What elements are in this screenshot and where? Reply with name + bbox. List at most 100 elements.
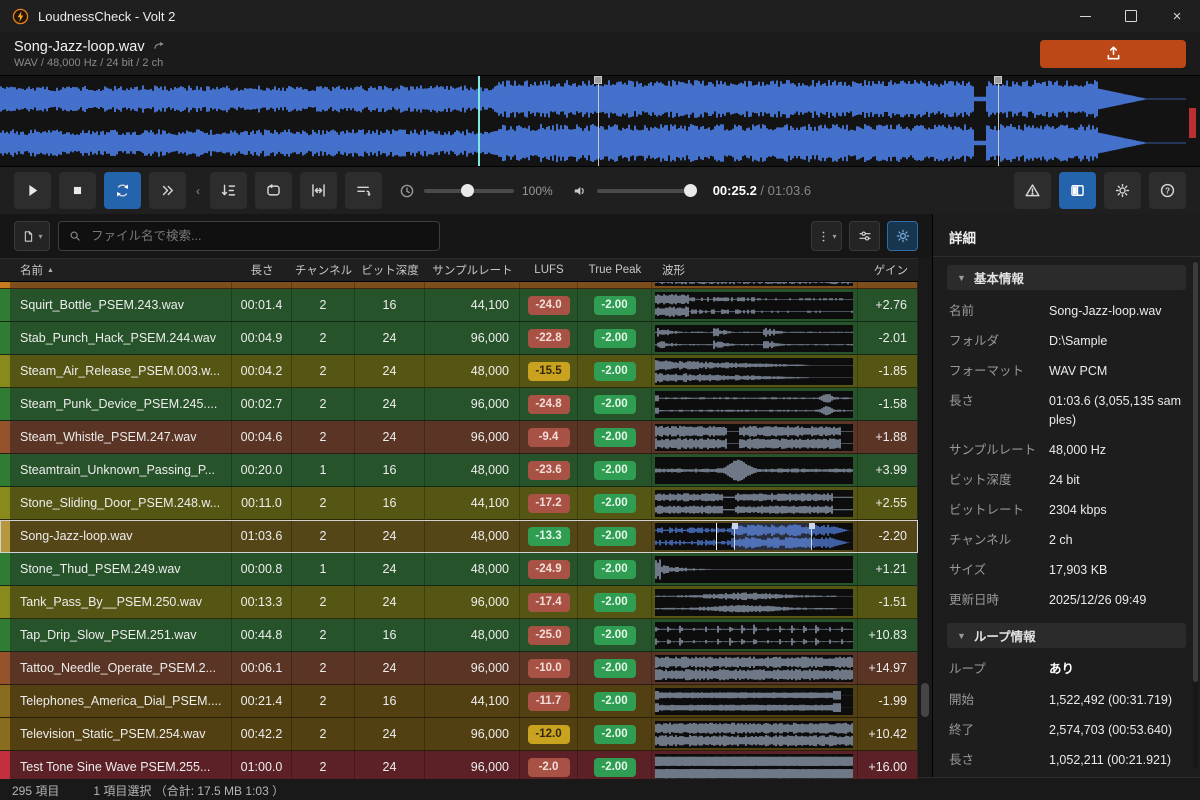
scrollbar-thumb[interactable]	[921, 683, 929, 717]
detail-row: サンプルレート48,000 Hz	[933, 435, 1200, 465]
row-color-stripe	[0, 520, 10, 552]
stop-button[interactable]	[59, 172, 96, 209]
cell-gain: +10.42	[858, 718, 918, 750]
row-color-stripe	[0, 553, 10, 585]
playhead[interactable]	[478, 76, 480, 166]
row-color-stripe	[0, 282, 10, 288]
green-badge: -2.00	[594, 593, 636, 612]
cell-bit-depth: 16	[355, 454, 425, 486]
table-row[interactable]: Tank_Pass_By__PSEM.250.wav00:13.322496,0…	[0, 586, 918, 619]
split-panel-button[interactable]	[1059, 172, 1096, 209]
repeat-icon	[113, 181, 132, 200]
green-badge: -2.00	[594, 527, 636, 546]
export-button[interactable]	[1040, 40, 1186, 68]
table-row[interactable]: Television_Static_PSEM.254.wav00:42.2224…	[0, 718, 918, 751]
cell-gain: +1.21	[858, 553, 918, 585]
window-title: LoudnessCheck - Volt 2	[38, 9, 175, 24]
maximize-button[interactable]	[1108, 0, 1154, 32]
section-header[interactable]: ▼ループ情報	[947, 623, 1186, 648]
table-row[interactable]: Tap_Drip_Slow_PSEM.251.wav00:44.821648,0…	[0, 619, 918, 652]
file-menu-button[interactable]: ▾	[14, 221, 50, 251]
close-button[interactable]: ×	[1154, 0, 1200, 32]
detail-row: 長さ01:03.6 (3,055,135 samples)	[933, 386, 1200, 434]
table-row[interactable]: Telephones_America_Dial_PSEM....00:21.42…	[0, 685, 918, 718]
volume-slider[interactable]	[597, 189, 697, 193]
collapse-transport-icon[interactable]: ‹	[194, 184, 202, 198]
column-header[interactable]: ビット深度	[355, 262, 425, 278]
clock-icon	[398, 182, 416, 200]
table-row[interactable]: Tattoo_Needle_Operate_PSEM.2...00:06.122…	[0, 652, 918, 685]
column-header[interactable]: 波形	[652, 262, 858, 278]
column-header[interactable]: 長さ	[232, 262, 292, 278]
waveform-thumbnail	[655, 292, 853, 319]
loop-end-marker[interactable]	[998, 76, 999, 166]
table-row[interactable]: Steamtrain_Unknown_Passing_P...00:20.011…	[0, 454, 918, 487]
skip-next-button[interactable]	[149, 172, 186, 209]
search-box[interactable]	[58, 221, 440, 251]
minimize-button[interactable]	[1062, 0, 1108, 32]
speed-value: 100%	[522, 184, 553, 198]
cell-waveform	[652, 718, 858, 750]
detail-key: 名前	[949, 302, 1049, 320]
cell-sample-rate: 48,000	[425, 553, 520, 585]
items-count: 295 項目	[12, 782, 59, 799]
kebab-menu-button[interactable]: ▾	[811, 221, 842, 251]
help-button[interactable]: ?	[1149, 172, 1186, 209]
cell-bit-depth: 24	[355, 553, 425, 585]
waveform-display[interactable]	[0, 75, 1200, 167]
column-header[interactable]: True Peak	[578, 264, 652, 276]
search-input[interactable]	[89, 228, 430, 244]
loop-region-button[interactable]	[255, 172, 292, 209]
red-badge: -17.4	[528, 593, 570, 612]
section-header[interactable]: ▼基本情報	[947, 265, 1186, 290]
table-row[interactable]: Test Tone Sine Wave PSEM.255...01:00.022…	[0, 751, 918, 779]
cell-lufs: -23.6	[520, 454, 578, 486]
play-button[interactable]	[14, 172, 51, 209]
waveform-thumbnail	[655, 325, 853, 352]
collapse-caret-icon: ▼	[957, 273, 966, 283]
cell-sample-rate: 44,100	[425, 289, 520, 321]
cell-lufs: -17.2	[520, 487, 578, 519]
cell-length: 00:11.0	[232, 487, 292, 519]
warning-button[interactable]	[1014, 172, 1051, 209]
target-loudness-button[interactable]	[887, 221, 918, 251]
table-row[interactable]: Stone_Thud_PSEM.249.wav00:00.812448,000-…	[0, 553, 918, 586]
row-color-stripe	[0, 586, 10, 618]
column-header[interactable]: サンプルレート	[425, 262, 520, 278]
table-row[interactable]: Squirt_Bottle_PSEM.243.wav00:01.421644,1…	[0, 289, 918, 322]
cell-sample-rate: 96,000	[425, 388, 520, 420]
thumb-loop-end	[811, 523, 812, 550]
table-row[interactable]: Steam_Whistle_PSEM.247.wav00:04.622496,0…	[0, 421, 918, 454]
speed-slider[interactable]	[424, 189, 514, 193]
column-header[interactable]: チャンネル	[292, 262, 355, 278]
table-row-selected[interactable]: Song-Jazz-loop.wav01:03.622448,000-13.3-…	[0, 520, 918, 553]
cell-channels: 2	[292, 421, 355, 453]
open-external-icon[interactable]	[152, 39, 167, 54]
repeat-button[interactable]	[104, 172, 141, 209]
table-scrollbar[interactable]	[917, 258, 932, 777]
cell-lufs: -2.0	[520, 751, 578, 779]
sort-list-button[interactable]	[210, 172, 247, 209]
column-header[interactable]: LUFS	[520, 264, 578, 276]
fit-width-button[interactable]	[300, 172, 337, 209]
table-row[interactable]: Steam_Air_Release_PSEM.003.w...00:04.222…	[0, 355, 918, 388]
speaker-icon[interactable]	[571, 182, 589, 200]
cell-channels: 2	[292, 355, 355, 387]
cell-sample-rate: 96,000	[425, 421, 520, 453]
cell-bit-depth: 24	[355, 322, 425, 354]
cell-waveform	[652, 487, 858, 519]
cell-waveform	[652, 520, 858, 552]
table-row[interactable]: Stone_Sliding_Door_PSEM.248.w...00:11.02…	[0, 487, 918, 520]
column-header[interactable]: ゲイン	[858, 262, 918, 278]
loop-start-marker[interactable]	[598, 76, 599, 166]
auto-advance-button[interactable]	[345, 172, 382, 209]
filter-sliders-button[interactable]	[849, 221, 880, 251]
table-row[interactable]: Stab_Punch_Hack_PSEM.244.wav00:04.922496…	[0, 322, 918, 355]
settings-button[interactable]	[1104, 172, 1141, 209]
table-row[interactable]: Steam_Punk_Device_PSEM.245....00:02.7224…	[0, 388, 918, 421]
table-row[interactable]	[0, 282, 918, 289]
table-header[interactable]: 名前▲長さチャンネルビット深度サンプルレートLUFSTrue Peak波形ゲイン	[0, 258, 918, 282]
cell-channels: 2	[292, 322, 355, 354]
details-scrollbar-thumb[interactable]	[1193, 262, 1198, 682]
column-header[interactable]: 名前▲	[10, 262, 232, 278]
